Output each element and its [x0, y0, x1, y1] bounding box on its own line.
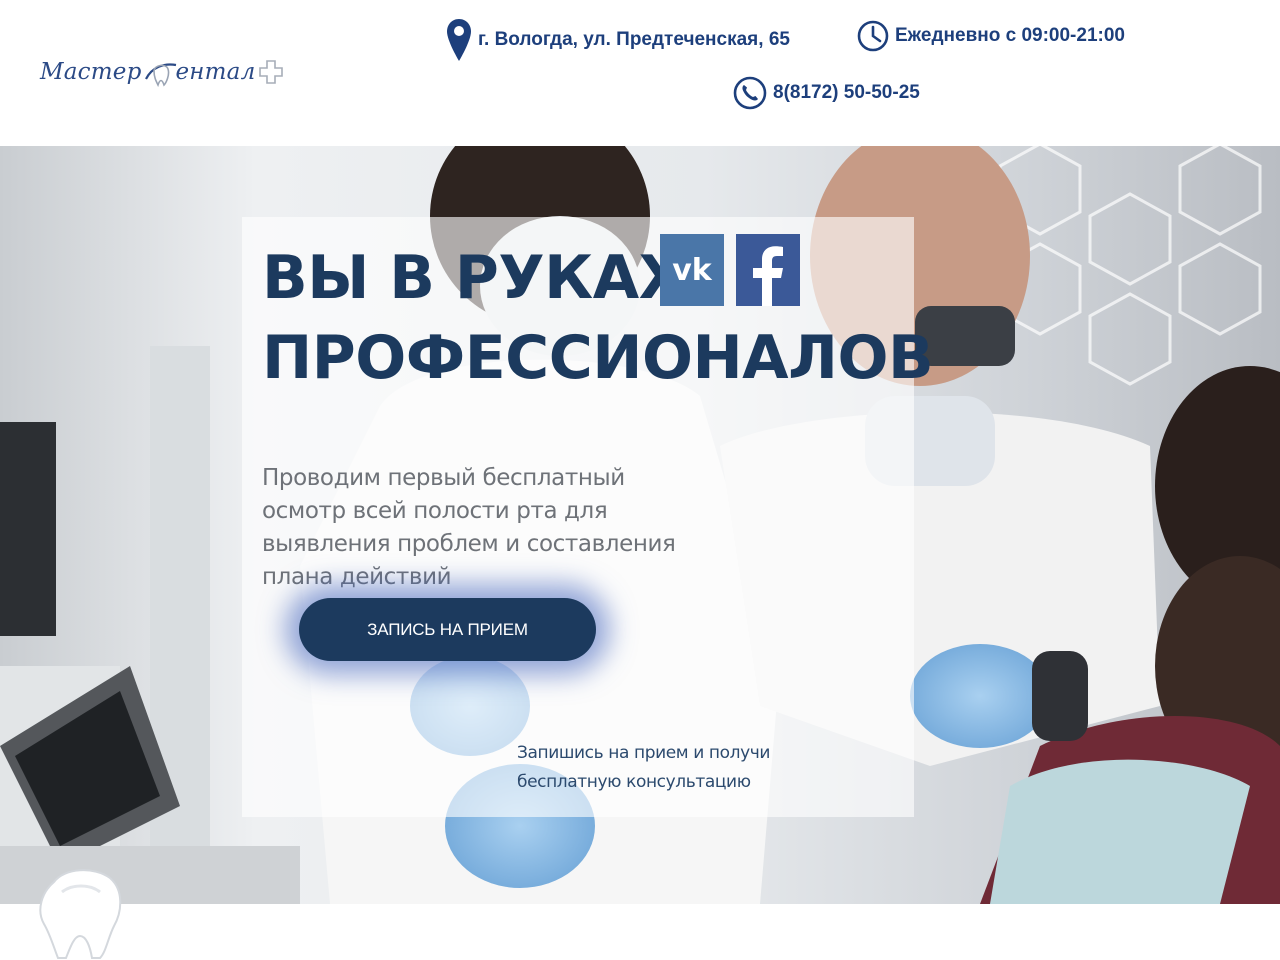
logo-tooth-swoosh-icon: [144, 63, 176, 87]
hero-title-line2: ПРОФЕССИОНАЛОВ: [262, 323, 934, 393]
phone-contact[interactable]: 8(8172) 50-50-25: [733, 76, 920, 110]
hero-subtitle: Проводим первый бесплатный осмотр всей п…: [262, 465, 676, 590]
clock-icon: [857, 20, 889, 52]
svg-text:vk: vk: [672, 253, 713, 288]
facebook-icon[interactable]: [736, 234, 800, 306]
map-pin-icon: [447, 19, 471, 61]
logo-word-dental: ентал: [175, 59, 256, 85]
hero-note: Запишись на прием и получи бесплатную ко…: [517, 743, 771, 792]
phone-text: 8(8172) 50-50-25: [773, 82, 920, 103]
address-contact[interactable]: г. Вологда, ул. Предтеченская, 65: [446, 18, 790, 62]
logo-word-master: Мастер: [40, 59, 142, 85]
tooth-icon: [39, 869, 122, 959]
logo[interactable]: Мастер ентал: [40, 50, 310, 94]
address-text: г. Вологда, ул. Предтеченская, 65: [478, 29, 790, 50]
phone-icon: [733, 76, 767, 110]
book-appointment-button[interactable]: ЗАПИСЬ НА ПРИЕМ: [299, 598, 596, 661]
hero-title: ВЫ В РУКАХ ПРОФЕССИОНАЛОВ: [262, 238, 934, 398]
hours-contact: Ежедневно с 09:00-21:00: [857, 20, 1125, 52]
hours-text: Ежедневно с 09:00-21:00: [895, 25, 1125, 46]
site-header: Мастер ентал г. Вологда, ул. Предтеченск…: [0, 0, 1280, 146]
hero-title-line1: ВЫ В РУКАХ: [262, 243, 685, 313]
vk-icon[interactable]: vk: [660, 234, 724, 306]
logo-cross-icon: [259, 60, 284, 84]
